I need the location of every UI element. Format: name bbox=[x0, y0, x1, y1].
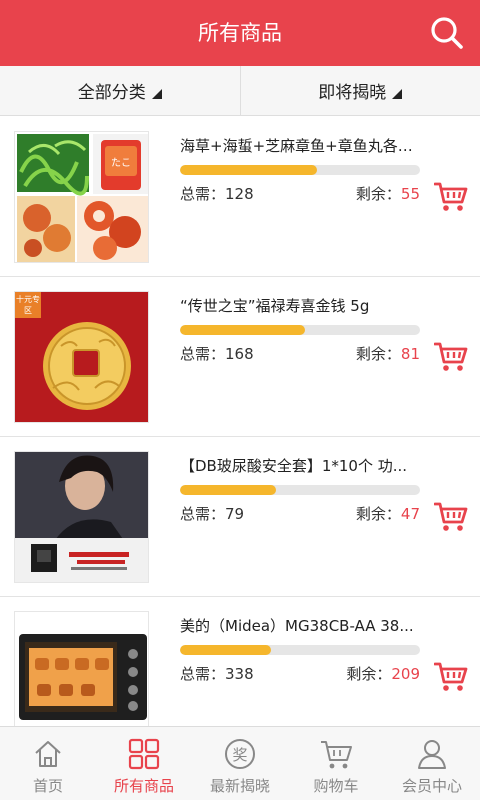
grid-icon bbox=[128, 738, 160, 770]
product-title[interactable]: 【DB玻尿酸安全套】1*10个 功... bbox=[180, 455, 420, 476]
sort-filter[interactable]: 即将揭晓 bbox=[239, 66, 480, 115]
sort-filter-label: 即将揭晓 bbox=[318, 83, 387, 103]
total-needed: 总需：79 bbox=[180, 503, 244, 524]
cart-icon bbox=[433, 502, 468, 531]
svg-text:奖: 奖 bbox=[232, 746, 247, 764]
progress-fill bbox=[180, 485, 276, 495]
add-to-cart-button[interactable] bbox=[433, 661, 468, 693]
remaining-label: 剩余： bbox=[355, 185, 401, 203]
bottom-tab-bar: 首页 所有商品 奖 最新揭晓 购物车 会员中心 bbox=[0, 726, 480, 800]
search-button[interactable] bbox=[428, 14, 466, 52]
tab-member-center[interactable]: 会员中心 bbox=[384, 727, 480, 800]
progress-bar bbox=[180, 485, 420, 495]
product-title[interactable]: 美的（Midea）MG38CB-AA 38... bbox=[180, 615, 420, 636]
dropdown-triangle-icon bbox=[151, 88, 162, 99]
product-title[interactable]: “传世之宝”福禄寿喜金钱 5g bbox=[180, 295, 420, 316]
total-needed: 总需：128 bbox=[180, 183, 254, 204]
remaining-label: 剩余： bbox=[346, 665, 392, 683]
total-needed: 总需：338 bbox=[180, 663, 254, 684]
tab-latest-results-label: 最新揭晓 bbox=[209, 777, 270, 795]
remaining-label: 剩余： bbox=[355, 505, 401, 523]
total-value: 79 bbox=[225, 505, 245, 523]
product-thumbnail[interactable]: 十元专区 bbox=[14, 291, 149, 423]
tab-cart[interactable]: 购物车 bbox=[288, 727, 384, 800]
cart-icon bbox=[321, 741, 352, 769]
progress-fill bbox=[180, 645, 272, 655]
total-value: 128 bbox=[225, 185, 254, 203]
model-product-photo bbox=[15, 452, 148, 582]
filter-bar: 全部分类 即将揭晓 bbox=[0, 66, 480, 116]
add-to-cart-button[interactable] bbox=[433, 181, 468, 213]
tab-cart-label: 购物车 bbox=[313, 777, 359, 795]
product-list: たこ 海草+海蜇+芝麻章鱼+章鱼丸各1... 总需：128 剩余：55 十元专区… bbox=[0, 117, 480, 757]
svg-text:たこ: たこ bbox=[111, 157, 131, 169]
cart-icon bbox=[433, 662, 468, 691]
progress-fill bbox=[180, 165, 317, 175]
app-header: 所有商品 bbox=[0, 0, 480, 66]
tab-latest-results[interactable]: 奖 最新揭晓 bbox=[192, 727, 288, 800]
seafood-photo: たこ bbox=[15, 132, 148, 262]
remaining-count: 剩余：209 bbox=[346, 663, 420, 684]
cart-icon bbox=[433, 182, 468, 211]
progress-bar bbox=[180, 325, 420, 335]
award-icon: 奖 bbox=[225, 739, 255, 769]
dropdown-triangle-icon bbox=[392, 88, 403, 99]
add-to-cart-button[interactable] bbox=[433, 341, 468, 373]
total-needed: 总需：168 bbox=[180, 343, 254, 364]
remaining-value: 55 bbox=[400, 185, 420, 203]
tab-all-products-label: 所有商品 bbox=[113, 777, 174, 795]
total-label: 总需： bbox=[180, 505, 226, 523]
product-item[interactable]: 【DB玻尿酸安全套】1*10个 功... 总需：79 剩余：47 bbox=[0, 437, 480, 597]
progress-fill bbox=[180, 325, 305, 335]
user-icon bbox=[418, 740, 446, 769]
cart-icon bbox=[433, 342, 468, 371]
remaining-count: 剩余：81 bbox=[356, 343, 420, 364]
add-to-cart-button[interactable] bbox=[433, 501, 468, 533]
remaining-value: 81 bbox=[400, 345, 420, 363]
search-icon bbox=[431, 17, 463, 49]
product-thumbnail[interactable]: たこ bbox=[14, 131, 149, 263]
total-value: 338 bbox=[225, 665, 254, 683]
product-item[interactable]: 十元专区 “传世之宝”福禄寿喜金钱 5g 总需：168 剩余：81 bbox=[0, 277, 480, 437]
product-title[interactable]: 海草+海蜇+芝麻章鱼+章鱼丸各1... bbox=[180, 135, 420, 156]
total-label: 总需： bbox=[180, 345, 226, 363]
progress-bar bbox=[180, 165, 420, 175]
remaining-value: 209 bbox=[391, 665, 420, 683]
tab-all-products[interactable]: 所有商品 bbox=[96, 727, 192, 800]
remaining-count: 剩余：55 bbox=[356, 183, 420, 204]
product-thumbnail[interactable] bbox=[14, 611, 149, 743]
tab-home-label: 首页 bbox=[32, 777, 63, 795]
progress-bar bbox=[180, 645, 420, 655]
category-filter[interactable]: 全部分类 bbox=[0, 66, 240, 115]
remaining-count: 剩余：47 bbox=[356, 503, 420, 524]
category-filter-label: 全部分类 bbox=[77, 83, 146, 103]
tab-home[interactable]: 首页 bbox=[0, 727, 96, 800]
total-value: 168 bbox=[225, 345, 254, 363]
promo-tag: 十元专区 bbox=[15, 292, 41, 318]
page-title: 所有商品 bbox=[198, 21, 282, 45]
total-label: 总需： bbox=[180, 665, 226, 683]
product-item[interactable]: たこ 海草+海蜇+芝麻章鱼+章鱼丸各1... 总需：128 剩余：55 bbox=[0, 117, 480, 277]
product-thumbnail[interactable] bbox=[14, 451, 149, 583]
tab-member-center-label: 会员中心 bbox=[401, 777, 462, 795]
oven-photo bbox=[15, 612, 148, 742]
home-icon bbox=[35, 741, 61, 767]
remaining-label: 剩余： bbox=[355, 345, 401, 363]
total-label: 总需： bbox=[180, 185, 226, 203]
remaining-value: 47 bbox=[400, 505, 420, 523]
